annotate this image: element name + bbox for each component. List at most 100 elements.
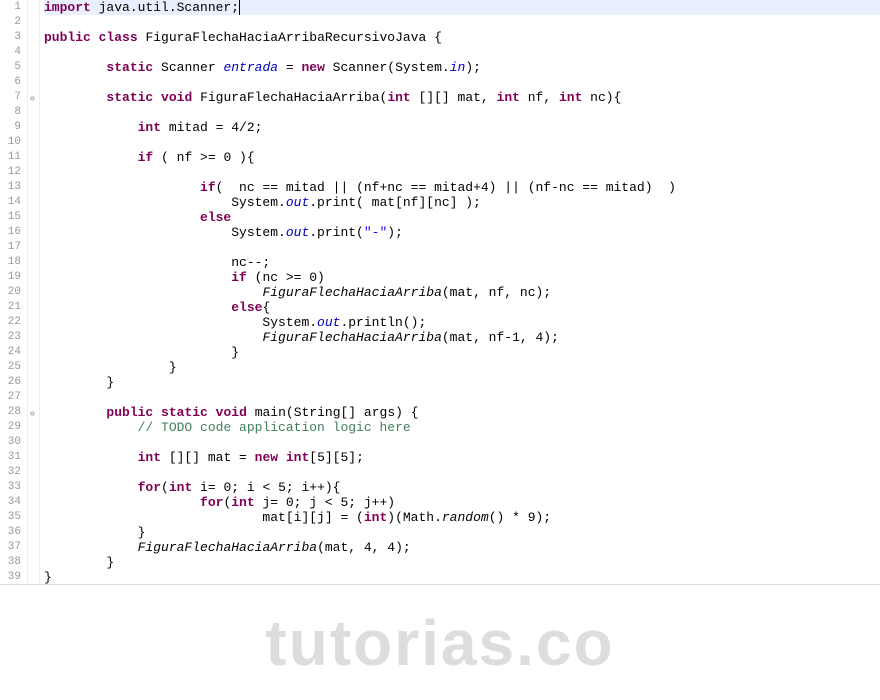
code-line[interactable]: System.out.print("-"); <box>44 225 880 240</box>
line-number: 17 <box>0 240 21 255</box>
fold-marker <box>28 330 39 345</box>
fold-marker <box>28 525 39 540</box>
code-line[interactable]: import java.util.Scanner; <box>44 0 880 15</box>
code-line[interactable]: else <box>44 210 880 225</box>
code-line[interactable]: for(int j= 0; j < 5; j++) <box>44 495 880 510</box>
line-number: 37 <box>0 540 21 555</box>
code-line[interactable]: static void FiguraFlechaHaciaArriba(int … <box>44 90 880 105</box>
line-number: 3 <box>0 30 21 45</box>
line-number: 33 <box>0 480 21 495</box>
fold-marker <box>28 360 39 375</box>
code-line[interactable] <box>44 45 880 60</box>
code-line[interactable]: System.out.println(); <box>44 315 880 330</box>
line-number: 21 <box>0 300 21 315</box>
line-number: 6 <box>0 75 21 90</box>
code-line[interactable]: nc--; <box>44 255 880 270</box>
fold-marker <box>28 465 39 480</box>
code-line[interactable]: } <box>44 570 880 585</box>
fold-marker <box>28 315 39 330</box>
fold-marker <box>28 165 39 180</box>
line-number: 11 <box>0 150 21 165</box>
line-number-gutter: 1234567891011121314151617181920212223242… <box>0 0 28 584</box>
line-number: 8 <box>0 105 21 120</box>
code-line[interactable]: } <box>44 555 880 570</box>
fold-markers: ⊖⊖ <box>28 0 40 584</box>
fold-marker <box>28 480 39 495</box>
fold-marker <box>28 255 39 270</box>
line-number: 1 <box>0 0 21 15</box>
fold-marker <box>28 285 39 300</box>
code-line[interactable]: for(int i= 0; i < 5; i++){ <box>44 480 880 495</box>
code-line[interactable]: } <box>44 525 880 540</box>
line-number: 9 <box>0 120 21 135</box>
code-line[interactable]: } <box>44 360 880 375</box>
code-line[interactable]: int mitad = 4/2; <box>44 120 880 135</box>
line-number: 29 <box>0 420 21 435</box>
fold-marker <box>28 135 39 150</box>
line-number: 5 <box>0 60 21 75</box>
code-editor[interactable]: 1234567891011121314151617181920212223242… <box>0 0 880 585</box>
line-number: 32 <box>0 465 21 480</box>
code-line[interactable] <box>44 390 880 405</box>
code-line[interactable]: if( nc == mitad || (nf+nc == mitad+4) ||… <box>44 180 880 195</box>
code-area[interactable]: import java.util.Scanner; public class Fi… <box>40 0 880 584</box>
fold-marker <box>28 450 39 465</box>
code-line[interactable]: } <box>44 345 880 360</box>
line-number: 16 <box>0 225 21 240</box>
code-line[interactable] <box>44 435 880 450</box>
code-line[interactable]: FiguraFlechaHaciaArriba(mat, nf-1, 4); <box>44 330 880 345</box>
line-number: 15 <box>0 210 21 225</box>
fold-marker <box>28 210 39 225</box>
line-number: 27 <box>0 390 21 405</box>
watermark-text: tutorias.co <box>0 606 880 680</box>
code-line[interactable]: else{ <box>44 300 880 315</box>
line-number: 36 <box>0 525 21 540</box>
line-number: 35 <box>0 510 21 525</box>
fold-marker <box>28 180 39 195</box>
fold-marker <box>28 120 39 135</box>
fold-marker <box>28 105 39 120</box>
fold-marker <box>28 300 39 315</box>
line-number: 22 <box>0 315 21 330</box>
line-number: 19 <box>0 270 21 285</box>
code-line[interactable] <box>44 165 880 180</box>
code-line[interactable] <box>44 465 880 480</box>
line-number: 39 <box>0 570 21 585</box>
code-line[interactable] <box>44 135 880 150</box>
line-number: 2 <box>0 15 21 30</box>
line-number: 28 <box>0 405 21 420</box>
code-line[interactable]: public class FiguraFlechaHaciaArribaRecu… <box>44 30 880 45</box>
fold-marker <box>28 540 39 555</box>
code-line[interactable]: if (nc >= 0) <box>44 270 880 285</box>
line-number: 10 <box>0 135 21 150</box>
code-line[interactable]: FiguraFlechaHaciaArriba(mat, nf, nc); <box>44 285 880 300</box>
fold-marker <box>28 45 39 60</box>
code-line[interactable]: } <box>44 375 880 390</box>
code-line[interactable]: // TODO code application logic here <box>44 420 880 435</box>
fold-marker <box>28 30 39 45</box>
fold-marker <box>28 375 39 390</box>
line-number: 38 <box>0 555 21 570</box>
code-line[interactable] <box>44 15 880 30</box>
fold-marker <box>28 495 39 510</box>
code-line[interactable]: static Scanner entrada = new Scanner(Sys… <box>44 60 880 75</box>
line-number: 13 <box>0 180 21 195</box>
code-line[interactable] <box>44 240 880 255</box>
code-line[interactable]: int [][] mat = new int[5][5]; <box>44 450 880 465</box>
line-number: 14 <box>0 195 21 210</box>
code-line[interactable]: mat[i][j] = (int)(Math.random() * 9); <box>44 510 880 525</box>
line-number: 12 <box>0 165 21 180</box>
line-number: 24 <box>0 345 21 360</box>
code-line[interactable]: System.out.print( mat[nf][nc] ); <box>44 195 880 210</box>
code-line[interactable]: if ( nf >= 0 ){ <box>44 150 880 165</box>
code-line[interactable] <box>44 75 880 90</box>
fold-marker <box>28 420 39 435</box>
code-line[interactable]: public static void main(String[] args) { <box>44 405 880 420</box>
fold-marker <box>28 390 39 405</box>
code-line[interactable] <box>44 105 880 120</box>
fold-marker <box>28 75 39 90</box>
line-number: 31 <box>0 450 21 465</box>
code-line[interactable]: FiguraFlechaHaciaArriba(mat, 4, 4); <box>44 540 880 555</box>
fold-marker <box>28 15 39 30</box>
fold-marker <box>28 195 39 210</box>
